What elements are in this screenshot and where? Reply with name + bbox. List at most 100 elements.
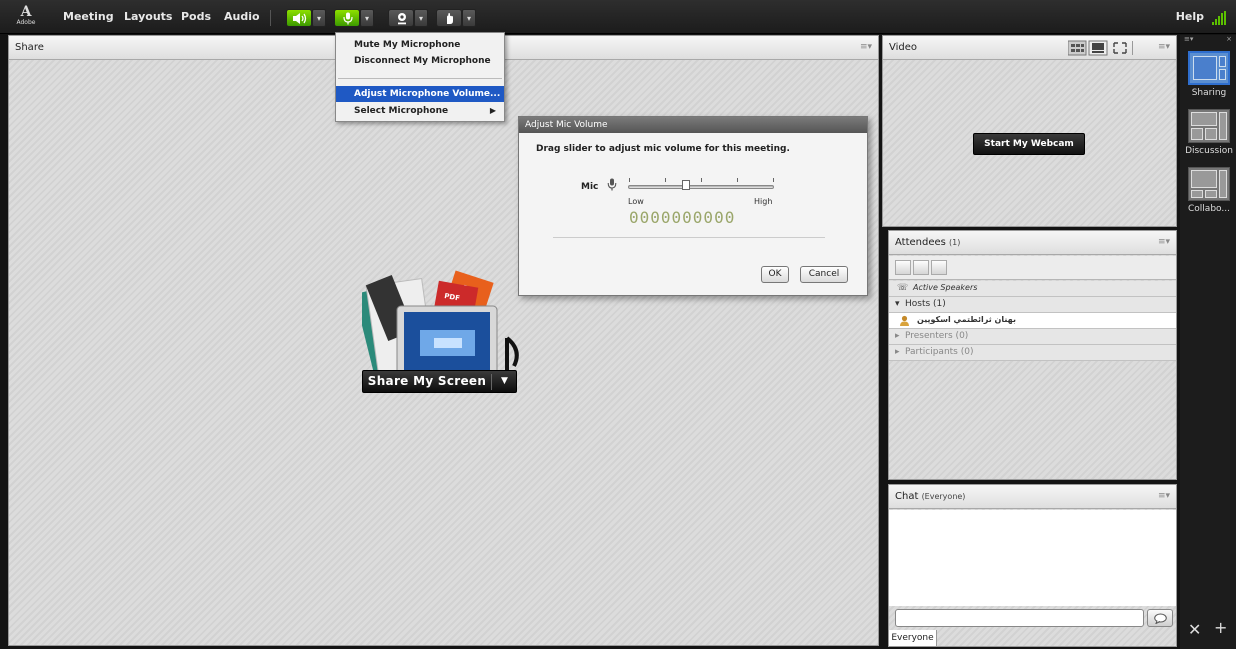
- attendees-pod: Attendees (1) ≡▾ ☏ Active Speakers ▾ Hos…: [888, 230, 1177, 480]
- chat-tab-everyone[interactable]: Everyone: [889, 630, 937, 646]
- mic-label: Mic: [581, 182, 599, 192]
- speaker-button[interactable]: [286, 9, 312, 27]
- grid-view-icon: [1068, 40, 1087, 56]
- speech-bubble-icon: [1154, 613, 1167, 624]
- share-pod-title: Share: [15, 42, 44, 53]
- adobe-logo: A Adobe: [16, 4, 36, 30]
- mic-level-meter: 0000000000: [629, 208, 736, 227]
- microphone-menu: Mute My Microphone Disconnect My Microph…: [335, 32, 505, 122]
- menu-disconnect-my-microphone[interactable]: Disconnect My Microphone: [336, 53, 504, 69]
- share-my-screen-label: Share My Screen: [367, 374, 487, 388]
- menu-mute-my-microphone[interactable]: Mute My Microphone: [336, 37, 504, 53]
- attendees-pod-header: Attendees (1) ≡▾: [889, 231, 1176, 255]
- tools-icon[interactable]: ✕: [1188, 620, 1201, 639]
- chat-pod: Chat (Everyone) ≡▾ Everyone: [888, 484, 1177, 647]
- adjust-mic-volume-dialog: Adjust Mic Volume Drag slider to adjust …: [518, 116, 868, 296]
- select-microphone-label: Select Microphone: [354, 106, 449, 116]
- layout-discussion-label[interactable]: Discussion: [1182, 146, 1236, 156]
- microphone-icon: [343, 12, 353, 25]
- start-my-webcam-button[interactable]: Start My Webcam: [973, 133, 1085, 155]
- presenters-group[interactable]: ▸ Presenters (0): [889, 329, 1176, 345]
- share-dropdown-arrow-icon[interactable]: ▼: [492, 371, 517, 392]
- phone-icon: ☏: [897, 283, 909, 293]
- pod-options-icon[interactable]: ≡▾: [860, 42, 872, 52]
- hosts-label: Hosts (1): [905, 299, 946, 309]
- webcam-button[interactable]: [388, 9, 414, 27]
- connection-signal-icon: [1212, 11, 1226, 25]
- slider-tick: [737, 178, 738, 182]
- host-attendee-row[interactable]: بهنان ثرائطتمي اسكوپين: [889, 313, 1176, 329]
- add-layout-icon[interactable]: +: [1214, 618, 1227, 637]
- layouts-bar: ≡▾ × Sharing Discussion Collabo...: [1180, 35, 1236, 649]
- pod-options-icon[interactable]: ≡▾: [1158, 42, 1170, 52]
- list-view-icon[interactable]: [895, 260, 911, 275]
- video-pod: Video ≡▾ Start My Webcam: [882, 35, 1177, 227]
- video-view-tools[interactable]: [1068, 40, 1138, 56]
- menu-layouts[interactable]: Layouts: [124, 10, 172, 23]
- video-pod-title: Video: [889, 42, 918, 53]
- layout-collaboration-label[interactable]: Collabo...: [1182, 204, 1236, 214]
- collapsed-arrow-icon[interactable]: ▸: [895, 331, 900, 341]
- pod-options-icon[interactable]: ≡▾: [1158, 237, 1170, 247]
- layouts-menu-icon[interactable]: ≡▾: [1184, 35, 1193, 43]
- mic-volume-slider-thumb[interactable]: [682, 180, 691, 190]
- adobe-logo-icon: A: [20, 4, 32, 20]
- webcam-icon: [398, 13, 406, 25]
- mic-volume-slider[interactable]: [628, 185, 774, 189]
- presenters-label: Presenters (0): [905, 331, 969, 341]
- dialog-title: Adjust Mic Volume: [519, 117, 867, 133]
- microphone-dropdown-arrow[interactable]: ▾: [360, 9, 374, 27]
- ok-button[interactable]: OK: [761, 266, 789, 283]
- chat-scope: (Everyone): [921, 492, 966, 501]
- host-user-icon: [900, 315, 909, 326]
- menu-select-microphone[interactable]: Select Microphone ▶: [336, 103, 504, 119]
- chat-pod-header: Chat (Everyone) ≡▾: [889, 485, 1176, 509]
- menubar: A Adobe Meeting Layouts Pods Audio ▾ ▾ ▾…: [0, 0, 1236, 34]
- close-icon[interactable]: ×: [1226, 35, 1232, 43]
- webcam-dropdown-arrow[interactable]: ▾: [414, 9, 428, 27]
- status-view-icon[interactable]: [913, 260, 929, 275]
- dialog-divider: [553, 237, 825, 238]
- layout-sharing-thumbnail[interactable]: [1188, 51, 1230, 85]
- participants-label: Participants (0): [905, 347, 974, 357]
- slider-low-label: Low: [628, 197, 644, 206]
- speaker-dropdown-arrow[interactable]: ▾: [312, 9, 326, 27]
- chat-send-button[interactable]: [1147, 609, 1173, 627]
- layout-sharing-label[interactable]: Sharing: [1182, 88, 1236, 98]
- collapsed-arrow-icon[interactable]: ▸: [895, 347, 900, 357]
- raise-hand-dropdown-arrow[interactable]: ▾: [462, 9, 476, 27]
- adobe-connect-window: A Adobe Meeting Layouts Pods Audio ▾ ▾ ▾…: [0, 0, 1236, 649]
- participants-group[interactable]: ▸ Participants (0): [889, 345, 1176, 361]
- help-menu[interactable]: Help: [1176, 10, 1204, 23]
- attendees-toolbar: [889, 256, 1176, 280]
- raise-hand-button[interactable]: [436, 9, 462, 27]
- chat-pod-title: Chat (Everyone): [895, 491, 965, 502]
- layout-collaboration-thumbnail[interactable]: [1188, 167, 1230, 201]
- menu-audio[interactable]: Audio: [224, 10, 260, 23]
- menu-separator: [270, 10, 271, 26]
- hosts-group[interactable]: ▾ Hosts (1): [889, 297, 1176, 313]
- dialog-message: Drag slider to adjust mic volume for thi…: [536, 144, 790, 154]
- slider-high-label: High: [754, 197, 773, 206]
- layout-discussion-thumbnail[interactable]: [1188, 109, 1230, 143]
- attendees-pod-title: Attendees (1): [895, 237, 960, 248]
- chat-title-text: Chat: [895, 491, 919, 502]
- slider-tick: [665, 178, 666, 182]
- microphone-icon: [607, 178, 617, 191]
- slider-tick: [701, 178, 702, 182]
- cancel-button[interactable]: Cancel: [800, 266, 848, 283]
- share-my-screen-button[interactable]: Share My Screen ▼: [362, 370, 517, 393]
- menu-adjust-microphone-volume[interactable]: Adjust Microphone Volume...: [336, 86, 504, 102]
- sort-icon[interactable]: [931, 260, 947, 275]
- chat-message-input[interactable]: [895, 609, 1144, 627]
- slider-tick: [629, 178, 630, 182]
- adobe-logo-text: Adobe: [16, 19, 36, 26]
- speaker-icon: [293, 13, 307, 24]
- host-name: بهنان ثرائطتمي اسكوپين: [917, 315, 1016, 324]
- expanded-arrow-icon[interactable]: ▾: [895, 299, 900, 309]
- menu-pods[interactable]: Pods: [181, 10, 211, 23]
- menu-meeting[interactable]: Meeting: [63, 10, 114, 23]
- raise-hand-icon: [447, 13, 453, 24]
- pod-options-icon[interactable]: ≡▾: [1158, 491, 1170, 501]
- microphone-button[interactable]: [334, 9, 360, 27]
